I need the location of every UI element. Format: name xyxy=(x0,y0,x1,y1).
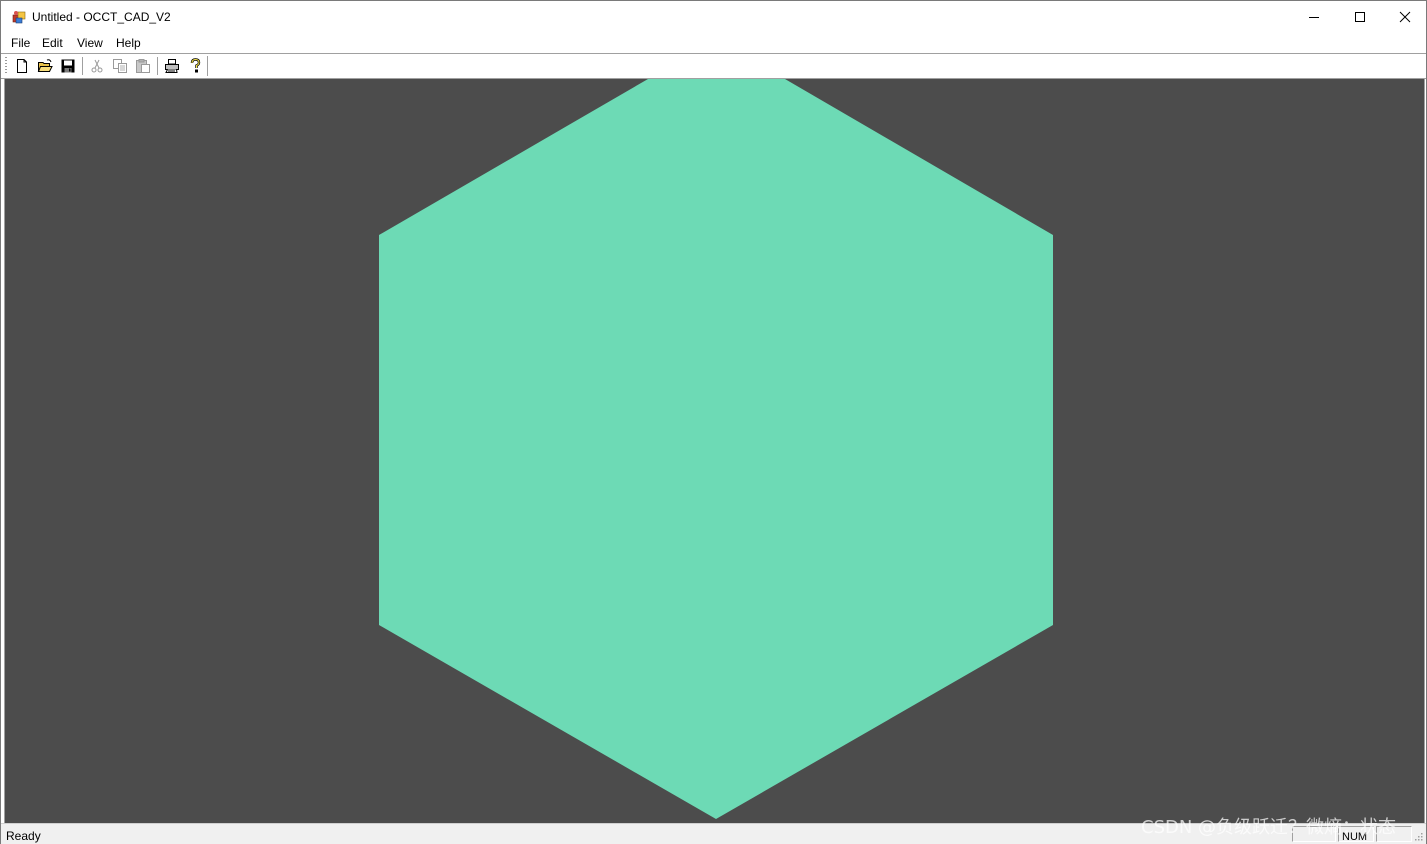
maximize-button[interactable] xyxy=(1337,1,1383,33)
cut-button[interactable] xyxy=(88,57,106,75)
toolbar xyxy=(1,54,1426,79)
new-icon xyxy=(17,59,27,73)
minimize-button[interactable] xyxy=(1291,1,1337,33)
viewport-canvas[interactable] xyxy=(5,79,1424,823)
cut-icon xyxy=(91,59,103,73)
print-button[interactable] xyxy=(163,57,181,75)
app-window: Untitled - OCCT_CAD_V2 File Edit View He… xyxy=(0,0,1427,844)
help-icon xyxy=(190,58,201,73)
toolbar-end-edge xyxy=(207,56,208,76)
paste-button[interactable] xyxy=(134,57,152,75)
open-icon xyxy=(37,59,53,72)
title-bar[interactable]: Untitled - OCCT_CAD_V2 xyxy=(1,1,1426,33)
3d-viewport[interactable] xyxy=(4,79,1425,823)
menu-bar: File Edit View Help xyxy=(1,33,1426,53)
paste-icon xyxy=(136,59,150,73)
menu-file[interactable]: File xyxy=(8,36,33,50)
menu-help[interactable]: Help xyxy=(113,36,144,50)
open-button[interactable] xyxy=(36,57,54,75)
status-pane-caps xyxy=(1292,826,1336,842)
status-pane-num: NUM xyxy=(1338,826,1374,842)
new-button[interactable] xyxy=(13,57,31,75)
toolbar-separator xyxy=(157,57,158,75)
save-button[interactable] xyxy=(59,57,77,75)
app-icon[interactable] xyxy=(11,9,27,25)
help-button[interactable] xyxy=(186,57,204,75)
copy-icon xyxy=(113,59,127,73)
status-bar: Ready NUM xyxy=(1,823,1426,844)
maximize-icon xyxy=(1355,12,1365,22)
copy-button[interactable] xyxy=(111,57,129,75)
minimize-icon xyxy=(1309,17,1319,18)
close-button[interactable] xyxy=(1382,1,1427,33)
status-pane-scroll xyxy=(1376,826,1412,842)
resize-grip-icon[interactable] xyxy=(1414,832,1424,842)
close-icon xyxy=(1399,11,1411,23)
menu-edit[interactable]: Edit xyxy=(39,36,66,50)
status-message: Ready xyxy=(6,829,41,843)
window-title: Untitled - OCCT_CAD_V2 xyxy=(32,10,171,24)
menu-view[interactable]: View xyxy=(74,36,106,50)
toolbar-grip[interactable] xyxy=(5,57,7,75)
save-icon xyxy=(61,59,75,73)
print-icon xyxy=(165,59,179,73)
toolbar-separator xyxy=(82,57,83,75)
